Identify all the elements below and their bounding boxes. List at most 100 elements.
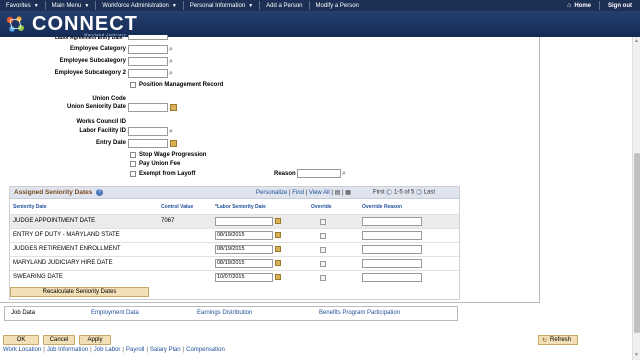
col-labor-seniority-date[interactable]: *Labor Seniority Date (215, 204, 266, 210)
calendar-icon[interactable] (275, 246, 281, 252)
override-checkbox[interactable] (320, 261, 326, 267)
link-job-labor[interactable]: Job Labor (94, 347, 121, 353)
chevron-down-icon: ▼ (171, 2, 177, 9)
exempt-layoff-checkbox[interactable] (130, 171, 136, 177)
scrollbar-thumb[interactable] (634, 153, 640, 333)
position-management-label: Position Management Record (139, 82, 224, 88)
col-control-value[interactable]: Control Value (161, 204, 193, 210)
link-payroll[interactable]: Payroll (126, 347, 144, 353)
cancel-button[interactable]: Cancel (43, 335, 75, 345)
tab-benefits-participation[interactable]: Benefits Program Participation (319, 310, 400, 316)
view-all-link[interactable]: View All (309, 190, 330, 196)
link-separator: | (43, 347, 45, 353)
override-checkbox[interactable] (320, 247, 326, 253)
first-label[interactable]: First (373, 190, 385, 196)
scroll-down-icon[interactable]: ▼ (634, 352, 639, 358)
reason-label: Reason (274, 171, 296, 177)
labor-seniority-date-input[interactable]: 08/19/2015 (215, 231, 273, 240)
page-tabs: Job Data Employment Data Earnings Distri… (4, 306, 458, 321)
position-management-checkbox[interactable] (130, 82, 136, 88)
employee-subcategory-input[interactable] (128, 57, 168, 66)
table-row: JUDGE APPOINTMENT DATE 7067 (10, 214, 459, 228)
labor-facility-input[interactable] (128, 127, 168, 136)
menu-main-menu[interactable]: Main Menu ▼ (46, 3, 96, 9)
employee-category-input[interactable] (128, 45, 168, 54)
link-add-person[interactable]: Add a Person (260, 3, 308, 9)
calendar-icon[interactable] (170, 104, 177, 111)
col-override-reason[interactable]: Override Reason (362, 204, 402, 210)
calendar-icon[interactable] (275, 274, 281, 280)
recalculate-seniority-button[interactable]: Recalculate Seniority Dates (10, 287, 149, 297)
union-seniority-date-label: Union Seniority Date (66, 104, 126, 110)
download-icon[interactable]: ▤ (335, 190, 341, 196)
calendar-icon[interactable] (170, 140, 177, 147)
override-checkbox[interactable] (320, 275, 326, 281)
search-icon[interactable]: ⌕ (169, 69, 173, 78)
exempt-layoff-label: Exempt from Layoff (139, 171, 196, 177)
grid-icon[interactable]: ▦ (345, 190, 351, 196)
pay-union-fee-checkbox[interactable] (130, 161, 136, 167)
menu-main-menu-label: Main Menu (51, 2, 82, 9)
col-override[interactable]: Override (311, 204, 332, 210)
find-link[interactable]: Find (292, 190, 304, 196)
table-row: JUDGES RETIREMENT ENROLLMENT 08/19/2015 (10, 242, 459, 256)
override-checkbox[interactable] (320, 233, 326, 239)
pay-union-fee-label: Pay Union Fee (139, 161, 181, 167)
personalize-link[interactable]: Personalize (256, 190, 287, 196)
reason-input[interactable] (297, 169, 341, 178)
link-modify-person[interactable]: Modify a Person (310, 3, 365, 9)
scroll-up-icon[interactable]: ▲ (634, 38, 639, 44)
search-icon[interactable]: ⌕ (169, 127, 173, 136)
employee-subcategory2-input[interactable] (128, 69, 168, 78)
link-job-information[interactable]: Job Information (47, 347, 88, 353)
entry-date-input[interactable] (128, 139, 168, 148)
search-icon[interactable]: ⌕ (169, 45, 173, 54)
vertical-scrollbar[interactable]: ▲ ▼ (632, 37, 640, 360)
refresh-button[interactable]: ↻ Refresh (538, 335, 578, 345)
override-reason-input[interactable] (362, 231, 422, 240)
union-seniority-date-input[interactable] (128, 103, 168, 112)
link-work-location[interactable]: Work Location (3, 347, 41, 353)
menu-workforce-admin[interactable]: Workforce Administration ▼ (96, 3, 183, 9)
tab-job-data[interactable]: Job Data (11, 310, 35, 316)
stop-wage-checkbox[interactable] (130, 152, 136, 158)
home-link[interactable]: ⌂ Home (559, 2, 599, 9)
search-icon[interactable]: ⌕ (169, 57, 173, 66)
labor-seniority-date-input[interactable] (215, 217, 273, 226)
apply-button[interactable]: Apply (79, 335, 111, 345)
next-icon[interactable]: ▶ (416, 189, 423, 195)
labor-seniority-date-input[interactable]: 08/19/2015 (215, 259, 273, 268)
override-reason-input[interactable] (362, 245, 422, 254)
override-reason-input[interactable] (362, 217, 422, 226)
seniority-name: JUDGE APPOINTMENT DATE (13, 218, 96, 224)
calendar-icon[interactable] (275, 260, 281, 266)
calendar-icon[interactable] (275, 218, 281, 224)
last-label[interactable]: Last (424, 190, 435, 196)
calendar-icon[interactable] (275, 232, 281, 238)
cut-off-field[interactable] (128, 35, 168, 40)
override-reason-input[interactable] (362, 259, 422, 268)
override-reason-input[interactable] (362, 273, 422, 282)
menu-personal-info[interactable]: Personal Information ▼ (184, 3, 259, 9)
labor-seniority-date-input[interactable]: 10/07/2015 (215, 273, 273, 282)
link-separator: | (122, 347, 124, 353)
menu-favorites[interactable]: Favorites ▼ (0, 3, 45, 9)
prev-icon[interactable]: ◀ (386, 189, 393, 195)
grid-pager: First ◀ 1-5 of 5 ▶ Last (373, 189, 435, 196)
link-salary-plan[interactable]: Salary Plan (150, 347, 181, 353)
ok-button[interactable]: OK (3, 335, 39, 345)
sign-out-link[interactable]: Sign out (600, 3, 640, 9)
help-icon[interactable]: ? (96, 189, 103, 196)
search-icon[interactable]: ⌕ (342, 169, 346, 178)
tab-employment-data[interactable]: Employment Data (91, 310, 139, 316)
table-row: ENTRY OF DUTY - MARYLAND STATE 08/19/201… (10, 228, 459, 242)
link-compensation[interactable]: Compensation (186, 347, 225, 353)
tab-earnings-distribution[interactable]: Earnings Distribution (197, 310, 252, 316)
col-seniority-date[interactable]: Seniority Date (13, 204, 47, 210)
control-value: 7067 (161, 218, 175, 224)
refresh-label: Refresh (550, 337, 572, 343)
override-checkbox[interactable] (320, 219, 326, 225)
labor-facility-label: Labor Facility ID (79, 128, 126, 134)
labor-seniority-date-input[interactable]: 08/19/2015 (215, 245, 273, 254)
connect-logo-icon (6, 16, 24, 32)
